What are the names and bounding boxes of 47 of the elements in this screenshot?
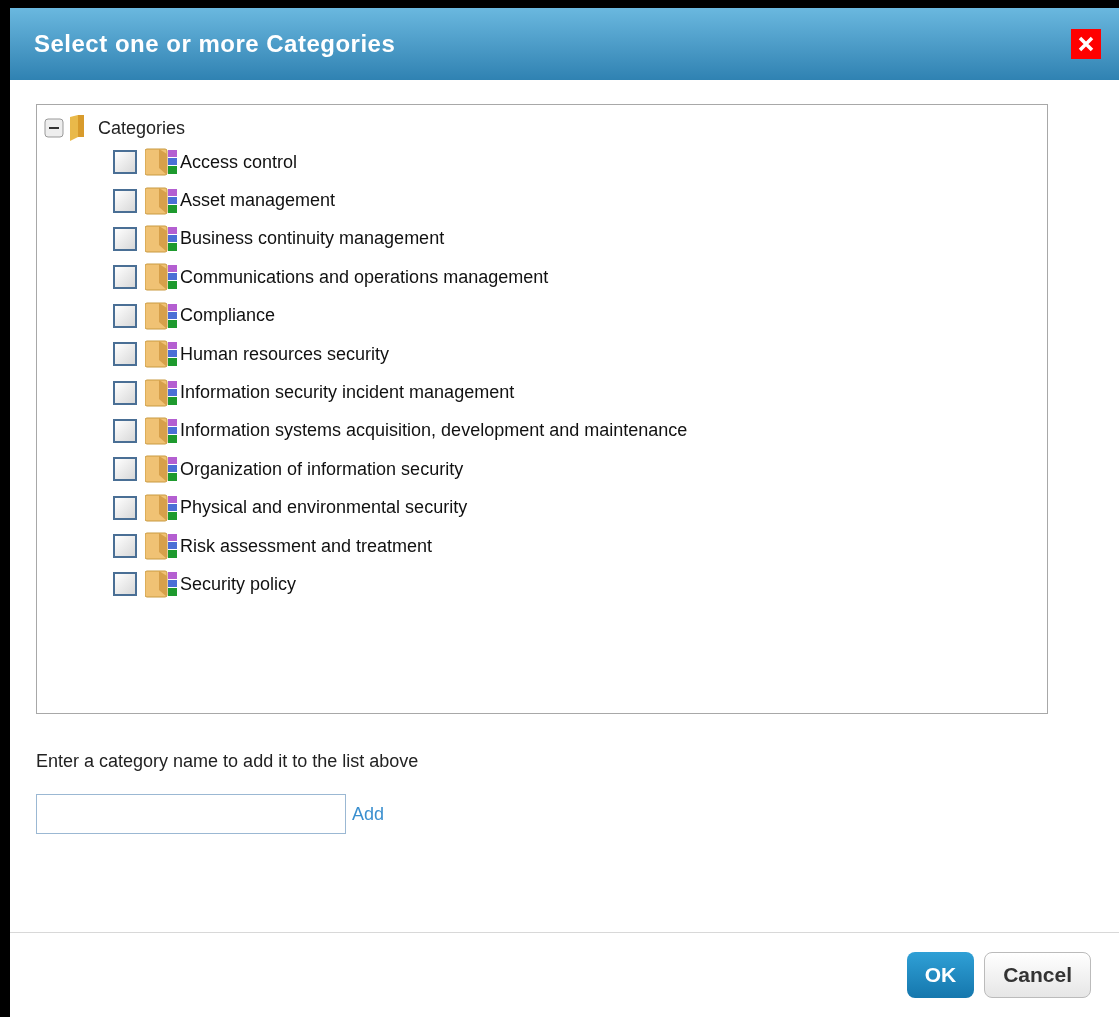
ok-button[interactable]: OK bbox=[906, 952, 975, 998]
category-folder-icon bbox=[145, 532, 177, 561]
category-label[interactable]: Communications and operations management bbox=[180, 263, 549, 291]
checkbox[interactable] bbox=[113, 226, 137, 251]
cancel-button[interactable]: Cancel bbox=[984, 952, 1091, 998]
checkbox[interactable] bbox=[113, 495, 137, 520]
checkbox[interactable] bbox=[113, 265, 137, 290]
category-label[interactable]: Security policy bbox=[180, 571, 297, 598]
category-folder-icon bbox=[145, 224, 177, 253]
category-folder-icon bbox=[145, 378, 177, 407]
category-folder-icon bbox=[145, 301, 177, 330]
checkbox[interactable] bbox=[113, 342, 137, 367]
checkbox[interactable] bbox=[113, 150, 137, 175]
category-label[interactable]: Human resources security bbox=[180, 340, 390, 368]
category-label[interactable]: Business continuity management bbox=[180, 225, 445, 253]
category-folder-icon bbox=[145, 416, 177, 445]
category-label[interactable]: Compliance bbox=[180, 302, 276, 330]
checkbox[interactable] bbox=[113, 303, 137, 328]
add-link[interactable]: Add bbox=[352, 800, 385, 828]
collapse-icon[interactable] bbox=[44, 118, 64, 138]
checkbox[interactable] bbox=[113, 457, 137, 482]
instruction-text: Enter a category name to add it to the list above bbox=[36, 750, 420, 773]
folder-icon bbox=[68, 115, 86, 141]
checkbox[interactable] bbox=[113, 572, 137, 597]
category-label[interactable]: Physical and environmental security bbox=[180, 494, 468, 522]
category-folder-icon bbox=[145, 263, 177, 292]
category-label[interactable]: Access control bbox=[180, 148, 298, 176]
category-label[interactable]: Organization of information security bbox=[180, 455, 464, 483]
category-folder-icon bbox=[145, 570, 177, 599]
category-folder-icon bbox=[145, 186, 177, 215]
category-folder-icon bbox=[145, 455, 177, 484]
checkbox[interactable] bbox=[113, 534, 137, 559]
tree-root-label[interactable]: Categories bbox=[98, 114, 186, 142]
close-button[interactable] bbox=[1071, 29, 1101, 59]
window-title: Select one or more Categories bbox=[34, 29, 396, 59]
close-icon bbox=[1077, 35, 1095, 53]
category-label[interactable]: Information security incident management bbox=[180, 379, 515, 407]
category-folder-icon bbox=[145, 493, 177, 522]
checkbox[interactable] bbox=[113, 418, 137, 443]
category-folder-icon bbox=[145, 340, 177, 369]
category-name-input[interactable] bbox=[36, 794, 346, 834]
checkbox[interactable] bbox=[113, 380, 137, 405]
category-folder-icon bbox=[145, 148, 177, 177]
category-label[interactable]: Asset management bbox=[180, 187, 336, 215]
category-label[interactable]: Information systems acquisition, development and maintenance bbox=[180, 417, 688, 445]
checkbox[interactable] bbox=[113, 188, 137, 213]
category-label[interactable]: Risk assessment and treatment bbox=[180, 532, 433, 560]
